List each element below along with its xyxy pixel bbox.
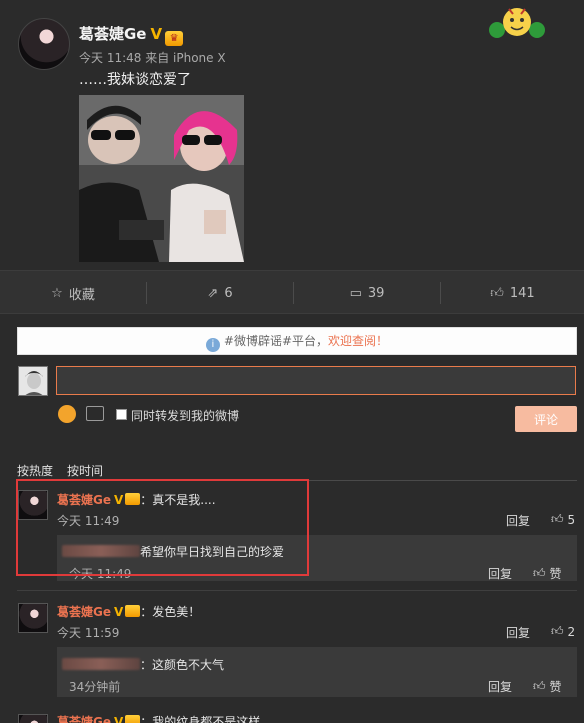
- verified-icon: V: [114, 493, 124, 507]
- sub-like-button[interactable]: 👍︎ 赞: [533, 678, 562, 695]
- comment-time: 今天 11:59: [57, 626, 120, 640]
- sub-reply-line: ：这颜色不大气: [62, 656, 224, 673]
- verified-icon: V: [114, 715, 124, 723]
- sub-reply-line: 希望你早日找到自己的珍爱: [62, 543, 284, 560]
- comment-button[interactable]: ▭ 39: [294, 271, 440, 315]
- favorite-label: 收藏: [68, 287, 95, 303]
- comment-author[interactable]: 葛荟婕Ge: [57, 715, 111, 723]
- comment-time: 今天 11:49: [57, 514, 120, 528]
- row-divider: [17, 590, 577, 591]
- author-name[interactable]: 葛荟婕Ge: [79, 25, 147, 43]
- repost-checkbox[interactable]: [116, 409, 127, 420]
- notice-text: #微博辟谣#平台，: [223, 334, 329, 348]
- comment-input[interactable]: [56, 366, 576, 395]
- sub-reply-text: ：这颜色不大气: [140, 658, 225, 672]
- sub-reply-button[interactable]: 回复: [488, 678, 512, 695]
- author-line: 葛荟婕Ge V ♛: [79, 23, 184, 46]
- post-photo[interactable]: [79, 95, 244, 262]
- blurred-username: [62, 658, 140, 670]
- comment-line: 葛荟婕Ge V ：我的纹身都不是这样: [57, 713, 260, 723]
- verified-icon: V: [150, 25, 163, 43]
- sub-like-label: 赞: [549, 680, 562, 694]
- star-icon: ☆: [51, 285, 63, 301]
- post-action-bar: ☆ 收藏 ⇗ 6 ▭ 39 👍︎ 141: [0, 270, 584, 314]
- reply-button[interactable]: 回复: [506, 512, 530, 529]
- share-icon: ⇗: [207, 285, 219, 301]
- comment-author[interactable]: 葛荟婕Ge: [57, 493, 111, 507]
- comment-count: 39: [367, 285, 385, 301]
- comment-avatar[interactable]: [18, 714, 48, 723]
- vip-icon: ♛: [165, 31, 184, 46]
- comment-author[interactable]: 葛荟婕Ge: [57, 605, 111, 619]
- comment-line: 葛荟婕Ge V ：真不是我....: [57, 491, 216, 508]
- comment-avatar[interactable]: [18, 490, 48, 520]
- thumbs-up-icon: 👍︎: [551, 512, 564, 526]
- comment-text: ：真不是我....: [140, 493, 216, 507]
- tab-sort-time[interactable]: 按时间: [67, 464, 103, 478]
- vip-icon: [125, 715, 141, 723]
- submit-comment-button[interactable]: 评论: [515, 406, 577, 432]
- thumbs-up-icon: 👍︎: [551, 624, 564, 638]
- comment-text: ：发色美！: [140, 605, 201, 619]
- reply-button[interactable]: 回复: [506, 624, 530, 641]
- emoji-icon[interactable]: [58, 405, 76, 423]
- repost-label: 同时转发到我的微博: [131, 409, 240, 423]
- vip-icon: [125, 605, 141, 617]
- sub-reply-button[interactable]: 回复: [488, 565, 512, 582]
- post-text: ……我妹谈恋爱了: [79, 72, 191, 88]
- sub-like-button[interactable]: 👍︎ 赞: [533, 565, 562, 582]
- like-button[interactable]: 👍︎ 141: [441, 271, 584, 315]
- sub-reply-time: 今天 11:49: [69, 567, 132, 581]
- comment-icon: ▭: [349, 285, 362, 301]
- comment-avatar[interactable]: [18, 603, 48, 633]
- comment-like-count: 2: [567, 624, 576, 639]
- tab-sort-hot[interactable]: 按热度: [17, 464, 53, 478]
- vip-icon: [125, 493, 141, 505]
- favorite-button[interactable]: ☆ 收藏: [0, 271, 146, 315]
- my-avatar: [18, 366, 48, 396]
- share-button[interactable]: ⇗ 6: [147, 271, 293, 315]
- info-icon: i: [205, 338, 220, 352]
- mascot-icon: [487, 2, 547, 42]
- verified-icon: V: [114, 605, 124, 619]
- sub-reply-text: 希望你早日找到自己的珍爱: [140, 545, 285, 559]
- thumbs-up-icon: 👍︎: [533, 679, 546, 693]
- post-meta: 今天 11:48 来自 iPhone X: [79, 51, 226, 65]
- like-count: 141: [509, 285, 535, 301]
- author-avatar[interactable]: [18, 18, 70, 70]
- rumor-notice[interactable]: i #微博辟谣#平台，欢迎查阅！: [17, 327, 577, 355]
- image-icon[interactable]: [86, 406, 104, 421]
- comment-line: 葛荟婕Ge V ：发色美！: [57, 603, 200, 620]
- sub-reply-box: 希望你早日找到自己的珍爱 今天 11:49 回复 👍︎ 赞: [57, 535, 577, 581]
- comment-text: ：我的纹身都不是这样: [140, 715, 261, 723]
- sub-reply-box: ：这颜色不大气 34分钟前 回复 👍︎ 赞: [57, 647, 577, 697]
- sub-like-label: 赞: [549, 567, 562, 581]
- sub-reply-time: 34分钟前: [69, 680, 121, 694]
- blurred-username: [62, 545, 140, 557]
- comment-like-button[interactable]: 👍︎ 2: [551, 624, 575, 639]
- notice-link[interactable]: 欢迎查阅！: [328, 334, 388, 348]
- comment-like-button[interactable]: 👍︎ 5: [551, 512, 575, 527]
- thumbs-up-icon: 👍︎: [490, 285, 504, 301]
- sort-divider: [17, 480, 577, 481]
- share-count: 6: [224, 285, 233, 301]
- weibo-post: 葛荟婕Ge V ♛ 今天 11:48 来自 iPhone X ……我妹谈恋爱了: [0, 0, 584, 268]
- thumbs-up-icon: 👍︎: [533, 566, 546, 580]
- comment-like-count: 5: [567, 512, 576, 527]
- comment-sort-tabs: 按热度 按时间: [17, 462, 117, 479]
